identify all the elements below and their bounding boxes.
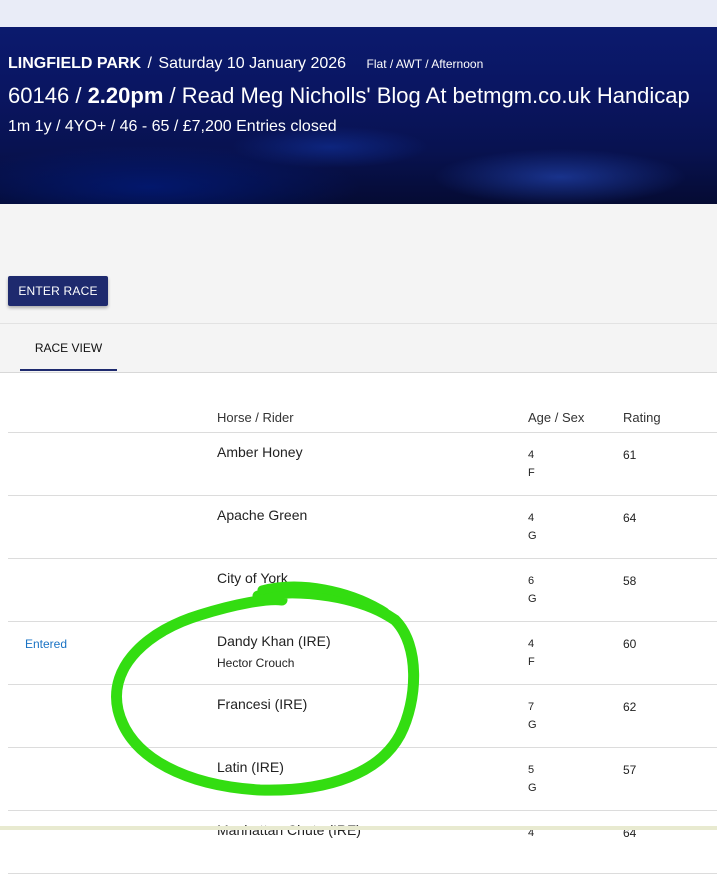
table-row[interactable]: Latin (IRE) 5 G 57 <box>8 748 717 811</box>
race-time: 2.20pm <box>87 83 164 108</box>
divider <box>0 372 717 373</box>
horse-name[interactable]: Francesi (IRE) <box>217 696 307 712</box>
column-horse-rider: Horse / Rider <box>217 410 294 425</box>
table-row[interactable]: Francesi (IRE) 7 G 62 <box>8 685 717 748</box>
horse-rating: 58 <box>623 574 637 588</box>
horse-age: 4 <box>528 512 535 524</box>
horse-name[interactable]: City of York <box>217 570 288 586</box>
table-row[interactable]: Manhattan Chute (IRE) 4 64 <box>8 811 717 874</box>
tab-race-view[interactable]: RACE VIEW <box>20 324 117 371</box>
horse-name[interactable]: Manhattan Chute (IRE) <box>217 822 361 838</box>
top-bar <box>0 0 717 27</box>
table-row[interactable]: City of York 6 G 58 <box>8 559 717 622</box>
separator: / <box>75 83 82 108</box>
horse-age: 6 <box>528 575 535 587</box>
horse-name[interactable]: Latin (IRE) <box>217 759 284 775</box>
horse-sex: G <box>528 782 537 794</box>
horse-age: 5 <box>528 764 535 776</box>
separator: / <box>169 83 176 108</box>
separator: / <box>147 55 152 72</box>
race-title: 60146 / 2.20pm / Read Meg Nicholls' Blog… <box>8 83 690 109</box>
table-row[interactable]: Amber Honey 4 F 61 <box>8 433 717 496</box>
horse-age: 4 <box>528 449 535 461</box>
action-area: ENTER RACE RACE VIEW <box>0 204 717 372</box>
table-row[interactable]: Apache Green 4 G 64 <box>8 496 717 559</box>
column-age-sex: Age / Sex <box>528 410 585 425</box>
column-rating: Rating <box>623 410 661 425</box>
bottom-edge <box>0 826 717 830</box>
horse-age: 7 <box>528 701 535 713</box>
race-meta: Flat / AWT / Afternoon <box>366 57 484 71</box>
race-id: 60146 <box>8 83 70 108</box>
table-row[interactable]: Entered Dandy Khan (IRE) Hector Crouch 4… <box>8 622 717 685</box>
horse-sex: F <box>528 467 535 479</box>
horse-rating: 61 <box>623 448 637 462</box>
entries-table: Horse / Rider Age / Sex Rating Amber Hon… <box>8 400 717 874</box>
horse-sex: G <box>528 593 537 605</box>
race-details: 1m 1y / 4YO+ / 46 - 65 / £7,200 Entries … <box>8 118 337 135</box>
race-date: Saturday 10 January 2026 <box>158 55 347 72</box>
horse-name[interactable]: Apache Green <box>217 507 307 523</box>
horse-rating: 57 <box>623 763 637 777</box>
horse-sex: G <box>528 719 537 731</box>
horse-name[interactable]: Dandy Khan (IRE) <box>217 633 331 649</box>
horse-age: 4 <box>528 638 535 650</box>
race-name: Read Meg Nicholls' Blog At betmgm.co.uk … <box>181 83 690 108</box>
race-header: LINGFIELD PARK / Saturday 10 January 202… <box>0 27 717 204</box>
enter-race-button[interactable]: ENTER RACE <box>8 276 108 306</box>
horse-rating: 64 <box>623 511 637 525</box>
entry-status[interactable]: Entered <box>25 637 67 651</box>
horse-sex: F <box>528 656 535 668</box>
rider-name: Hector Crouch <box>217 656 295 670</box>
horse-rating: 62 <box>623 700 637 714</box>
horse-sex: G <box>528 530 537 542</box>
horse-rating: 60 <box>623 637 637 651</box>
race-meeting-line: LINGFIELD PARK / Saturday 10 January 202… <box>8 55 483 73</box>
horse-name[interactable]: Amber Honey <box>217 444 303 460</box>
course-name[interactable]: LINGFIELD PARK <box>8 55 141 72</box>
table-header: Horse / Rider Age / Sex Rating <box>8 400 717 433</box>
